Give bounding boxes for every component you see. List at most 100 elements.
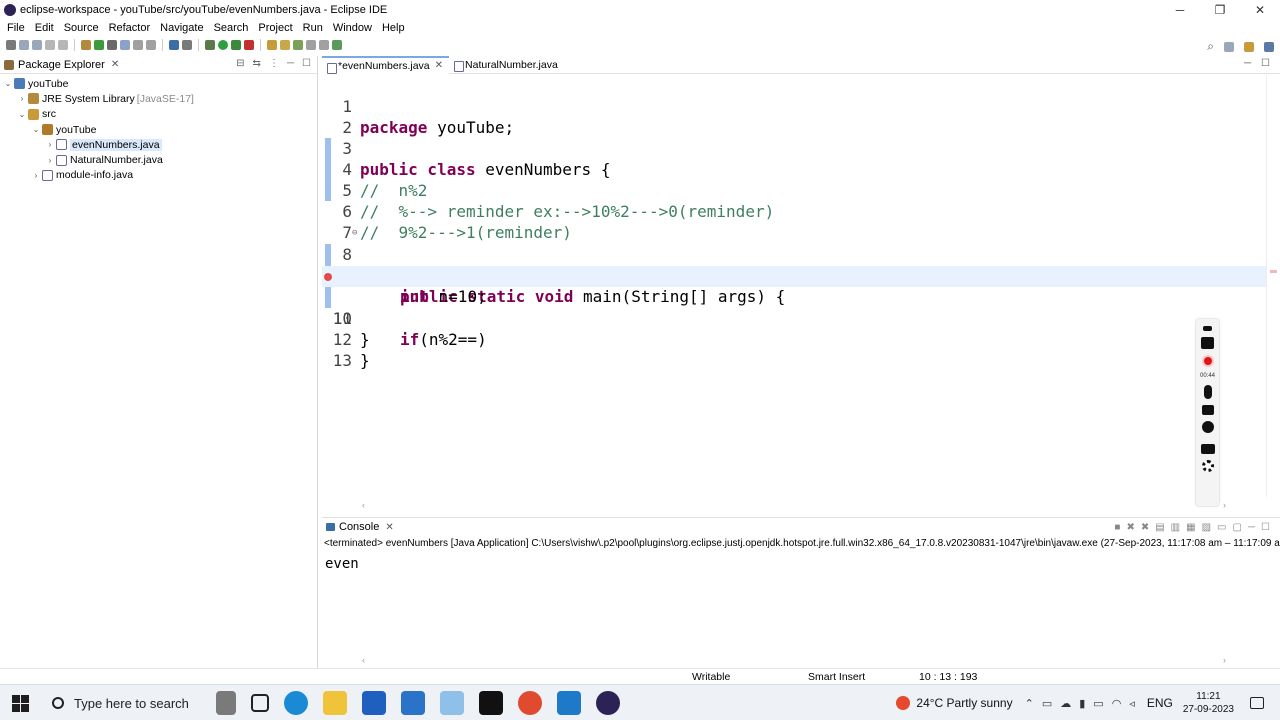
pin-editor-icon[interactable] <box>332 40 342 50</box>
chevron-down-icon[interactable]: ⌄ <box>30 125 42 134</box>
menu-source[interactable]: Source <box>59 22 104 34</box>
weather-text[interactable]: 24°C Partly sunny <box>916 696 1012 710</box>
tree-item-module-info[interactable]: › module-info.java <box>0 168 317 183</box>
menu-window[interactable]: Window <box>328 22 377 34</box>
link-editor-icon[interactable]: ⇆ <box>253 58 261 69</box>
save-icon[interactable] <box>19 40 29 50</box>
minimize-icon[interactable]: ─ <box>1248 522 1255 533</box>
menu-search[interactable]: Search <box>209 22 254 34</box>
menu-refactor[interactable]: Refactor <box>104 22 156 34</box>
recorder-handle-icon[interactable] <box>1203 326 1212 331</box>
notification-icon[interactable] <box>1250 697 1264 709</box>
word-wrap-icon[interactable]: ▦ <box>1186 522 1195 533</box>
chevron-up-icon[interactable]: ⌃ <box>1025 697 1034 710</box>
tree-item-project[interactable]: ⌄ youTube <box>0 76 317 91</box>
scroll-lock-icon[interactable]: ▥ <box>1171 522 1180 533</box>
debug-perspective-icon[interactable] <box>1264 41 1274 52</box>
save-all-icon[interactable] <box>32 40 42 50</box>
mic-icon[interactable]: ▮ <box>1079 697 1085 710</box>
previous-annotation-icon[interactable] <box>146 40 156 50</box>
run-icon[interactable] <box>218 40 228 50</box>
chevron-down-icon[interactable]: ⌄ <box>16 110 28 119</box>
close-icon[interactable]: ✕ <box>111 59 119 70</box>
eclipse-taskbar-icon[interactable] <box>596 691 620 715</box>
camera-icon[interactable] <box>1201 337 1214 349</box>
fold-minus-icon[interactable]: ⊖ <box>352 223 357 244</box>
coverage-icon[interactable] <box>231 40 241 50</box>
maximize-icon[interactable]: ☐ <box>1261 522 1270 533</box>
overview-ruler[interactable] <box>1266 75 1280 497</box>
minimize-button[interactable]: ─ <box>1160 0 1200 20</box>
horizontal-scrollbar[interactable]: ‹ › <box>322 500 1266 512</box>
chevron-right-icon[interactable]: › <box>44 140 56 149</box>
package-explorer-tab[interactable]: Package Explorer ✕ ⊟ ⇆ ⋮ ─ ☐ <box>0 56 317 74</box>
back-icon[interactable] <box>306 40 316 50</box>
speaker-icon[interactable] <box>1201 405 1214 415</box>
menu-navigate[interactable]: Navigate <box>155 22 208 34</box>
code-editor[interactable]: 1 package youTube; 2 3 public class even… <box>322 75 1266 497</box>
chevron-right-icon[interactable]: › <box>16 94 28 103</box>
app-icon[interactable] <box>440 691 464 715</box>
tree-item-src[interactable]: ⌄ src <box>0 107 317 122</box>
menu-edit[interactable]: Edit <box>30 22 59 34</box>
new-icon[interactable] <box>6 40 16 50</box>
tree-item-jre-library[interactable]: › JRE System Library [JavaSE-17] <box>0 91 317 106</box>
tree-item-package[interactable]: ⌄ youTube <box>0 122 317 137</box>
remove-all-icon[interactable]: ✖ <box>1141 522 1149 533</box>
error-icon[interactable] <box>324 273 332 281</box>
tab-evennumbers[interactable]: *evenNumbers.java ✕ <box>322 55 450 74</box>
search-tool-icon[interactable] <box>280 40 290 50</box>
open-type-icon[interactable] <box>107 40 117 50</box>
chevron-right-icon[interactable]: › <box>30 171 42 180</box>
windows-start-icon[interactable] <box>12 695 29 712</box>
scroll-left-icon[interactable]: ‹ <box>362 655 365 667</box>
chrome-icon[interactable] <box>518 691 542 715</box>
chevron-right-icon[interactable]: › <box>44 156 56 165</box>
mail-icon[interactable] <box>401 691 425 715</box>
open-task-icon[interactable] <box>267 40 277 50</box>
menu-project[interactable]: Project <box>253 22 297 34</box>
webcam-icon[interactable] <box>1201 421 1214 433</box>
external-tools-icon[interactable] <box>244 40 254 50</box>
clear-console-icon[interactable]: ▤ <box>1155 522 1164 533</box>
store-icon[interactable] <box>362 691 386 715</box>
record-icon[interactable] <box>1201 355 1214 367</box>
terminal-icon[interactable] <box>169 40 179 50</box>
view-menu-icon[interactable]: ⋮ <box>269 58 279 69</box>
maximize-icon[interactable]: ☐ <box>302 58 311 69</box>
forward-icon[interactable] <box>319 40 329 50</box>
tree-item-naturalnumber[interactable]: › NaturalNumber.java <box>0 152 317 167</box>
terminal-app-icon[interactable] <box>479 691 503 715</box>
annotation-icon[interactable] <box>293 40 303 50</box>
screen-icon[interactable] <box>1200 444 1215 454</box>
close-button[interactable]: ✕ <box>1240 0 1280 20</box>
cloud-icon[interactable]: ☁ <box>1060 697 1071 710</box>
skip-breakpoints-icon[interactable] <box>182 40 192 50</box>
battery-icon[interactable]: ▭ <box>1093 697 1103 710</box>
minimize-icon[interactable]: ─ <box>1244 58 1251 69</box>
volume-icon[interactable]: ◃ <box>1129 697 1135 710</box>
minimize-icon[interactable]: ─ <box>287 58 294 69</box>
chevron-down-icon[interactable]: ⌄ <box>2 79 14 88</box>
remove-launch-icon[interactable]: ✖ <box>1126 522 1134 533</box>
error-ruler-mark[interactable] <box>1270 270 1277 273</box>
console-output[interactable]: even <box>322 552 1280 572</box>
scroll-left-icon[interactable]: ‹ <box>362 500 365 512</box>
edge-icon[interactable] <box>284 691 308 715</box>
next-annotation-icon[interactable] <box>133 40 143 50</box>
new-class-icon[interactable] <box>94 40 104 50</box>
new-console-icon[interactable]: ▢ <box>1232 522 1241 533</box>
menu-run[interactable]: Run <box>298 22 328 34</box>
java-perspective-icon[interactable] <box>1244 41 1254 52</box>
scroll-right-icon[interactable]: › <box>1223 655 1226 667</box>
menu-help[interactable]: Help <box>377 22 410 34</box>
task-view-icon[interactable] <box>251 694 269 712</box>
display-console-icon[interactable]: ▭ <box>1217 522 1226 533</box>
close-icon[interactable]: ✕ <box>435 60 443 71</box>
tab-naturalnumber[interactable]: NaturalNumber.java <box>449 56 564 74</box>
file-explorer-icon[interactable] <box>323 691 347 715</box>
clock[interactable]: 11:21 27-09-2023 <box>1183 690 1234 716</box>
scroll-right-icon[interactable]: › <box>1223 500 1226 512</box>
new-java-project-icon[interactable] <box>81 40 91 50</box>
menu-file[interactable]: File <box>2 22 30 34</box>
